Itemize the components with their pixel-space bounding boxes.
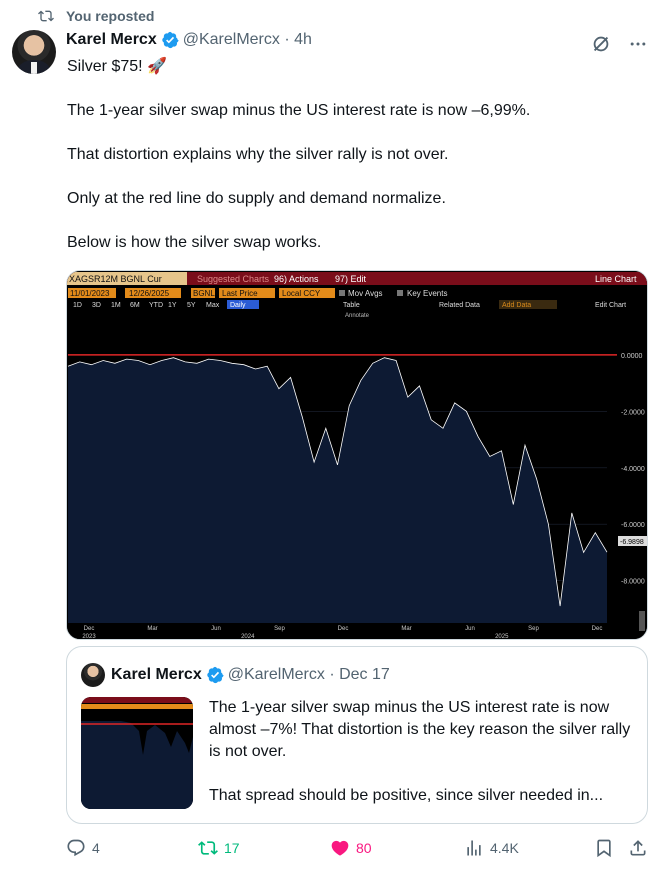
reply-count: 4 <box>92 840 100 856</box>
y-tick-label: -6.0000 <box>621 522 645 529</box>
repost-label: You reposted <box>66 8 155 24</box>
tweet-header: Karel Mercx @KarelMercx · 4h <box>66 31 312 49</box>
x-year-label: 2025 <box>495 634 509 640</box>
quote-separator: · <box>324 666 340 683</box>
edit-chart-button[interactable]: Edit Chart <box>595 302 626 309</box>
avatar[interactable] <box>12 30 56 74</box>
period-button[interactable]: YTD <box>149 302 163 309</box>
y-tick-label: -8.0000 <box>621 579 645 586</box>
x-tick-label: Mar <box>401 626 411 632</box>
key-events[interactable]: Key Events <box>407 289 447 298</box>
views-count: 4.4K <box>490 840 519 856</box>
author-name[interactable]: Karel Mercx <box>66 31 157 49</box>
share-button[interactable] <box>628 838 654 858</box>
actions-menu[interactable]: 96) Actions <box>274 274 319 284</box>
related-data[interactable]: Related Data <box>439 302 480 309</box>
tweet-line-4: Only at the red line do supply and deman… <box>67 190 446 207</box>
source-field[interactable]: BGNL <box>193 289 215 298</box>
reply-button[interactable]: 4 <box>66 838 100 858</box>
period-button[interactable]: 1Y <box>168 302 177 309</box>
ticker-label: XAGSR12M BGNL Cur <box>69 274 162 284</box>
like-count: 80 <box>356 840 372 856</box>
suggested-charts[interactable]: Suggested Charts <box>197 274 270 284</box>
date-to[interactable]: 12/26/2025 <box>129 289 170 298</box>
period-button[interactable]: 3D <box>92 302 101 309</box>
share-icon <box>630 840 646 856</box>
x-year-label: 2024 <box>241 634 255 640</box>
author-handle[interactable]: @KarelMercx <box>183 31 280 49</box>
views-icon <box>467 840 481 856</box>
mov-avgs[interactable]: Mov Avgs <box>348 289 383 298</box>
x-tick-label: Dec <box>84 626 95 632</box>
edit-menu[interactable]: 97) Edit <box>335 274 367 284</box>
period-button[interactable]: 5Y <box>187 302 196 309</box>
date-from[interactable]: 11/01/2023 <box>70 289 110 298</box>
quoted-tweet[interactable]: Karel Mercx @KarelMercx · Dec 17 The 1-y… <box>66 646 648 824</box>
y-tick-label: -4.0000 <box>621 466 645 473</box>
quote-handle[interactable]: @KarelMercx <box>228 666 325 684</box>
x-tick-label: Dec <box>338 626 349 632</box>
y-tick-label: -2.0000 <box>621 409 645 416</box>
y-tick-label: 0.0000 <box>621 353 643 360</box>
quote-author-name[interactable]: Karel Mercx <box>111 666 202 684</box>
grok-icon[interactable] <box>590 33 612 55</box>
annotate-button[interactable]: Annotate <box>345 313 370 319</box>
tweet-line-3: That distortion explains why the silver … <box>67 146 449 163</box>
frequency-daily[interactable]: Daily <box>230 302 246 309</box>
add-data-input[interactable]: Add Data <box>502 302 531 309</box>
repost-count: 17 <box>224 840 240 856</box>
tweet-line-5: Below is how the silver swap works. <box>67 234 322 251</box>
tweet-line-1: Silver $75! 🚀 <box>67 58 167 75</box>
period-button[interactable]: Max <box>206 302 220 309</box>
chart-image[interactable]: XAGSR12M BGNL Cur Suggested Charts 96) A… <box>66 270 648 640</box>
last-value-label: -6.9898 <box>620 539 644 546</box>
quote-header: Karel Mercx @KarelMercx · Dec 17 <box>81 663 390 687</box>
timestamp[interactable]: 4h <box>294 31 312 49</box>
tweet-actions: 4 17 80 4.4K <box>66 838 650 862</box>
more-options-icon[interactable] <box>628 34 648 54</box>
line-chart-label: Line Chart <box>595 274 637 284</box>
x-tick-label: Dec <box>592 626 603 632</box>
period-button[interactable]: 6M <box>130 302 140 309</box>
repost-indicator: You reposted <box>38 8 155 24</box>
x-year-label: 2023 <box>82 634 96 640</box>
period-button[interactable]: 1M <box>111 302 121 309</box>
x-tick-label: Jun <box>211 626 221 632</box>
x-tick-label: Jun <box>465 626 475 632</box>
table-button[interactable]: Table <box>343 302 360 309</box>
verified-badge-icon[interactable] <box>161 31 179 49</box>
x-tick-label: Mar <box>147 626 157 632</box>
quote-verified-icon <box>207 666 224 684</box>
repost-icon <box>38 10 54 22</box>
quote-text-2: That spread should be positive, since si… <box>209 787 604 804</box>
views-button[interactable]: 4.4K <box>464 838 519 858</box>
quote-avatar[interactable] <box>81 663 105 687</box>
chart-svg: XAGSR12M BGNL Cur Suggested Charts 96) A… <box>67 271 647 640</box>
quote-text: The 1-year silver swap minus the US inte… <box>209 697 637 829</box>
bookmark-button[interactable] <box>594 838 620 858</box>
x-tick-label: Sep <box>274 626 285 632</box>
separator-dot: · <box>279 31 295 48</box>
quote-thumbnail[interactable] <box>81 697 193 809</box>
price-field[interactable]: Last Price <box>222 289 258 298</box>
bookmark-icon <box>597 839 611 858</box>
tweet-line-2: The 1-year silver swap minus the US inte… <box>67 102 531 119</box>
tweet-text: Silver $75! 🚀 The 1-year silver swap min… <box>67 56 647 276</box>
currency-field[interactable]: Local CCY <box>282 289 321 298</box>
quote-date[interactable]: Dec 17 <box>339 666 390 684</box>
reply-icon <box>67 839 85 857</box>
quote-text-1: The 1-year silver swap minus the US inte… <box>209 699 631 760</box>
repost-action-icon <box>198 841 218 855</box>
like-button[interactable]: 80 <box>330 838 372 858</box>
x-tick-label: Sep <box>528 626 539 632</box>
tweet-header-actions <box>590 33 648 55</box>
heart-icon <box>331 840 349 856</box>
period-button[interactable]: 1D <box>73 302 82 309</box>
repost-button[interactable]: 17 <box>198 838 240 858</box>
